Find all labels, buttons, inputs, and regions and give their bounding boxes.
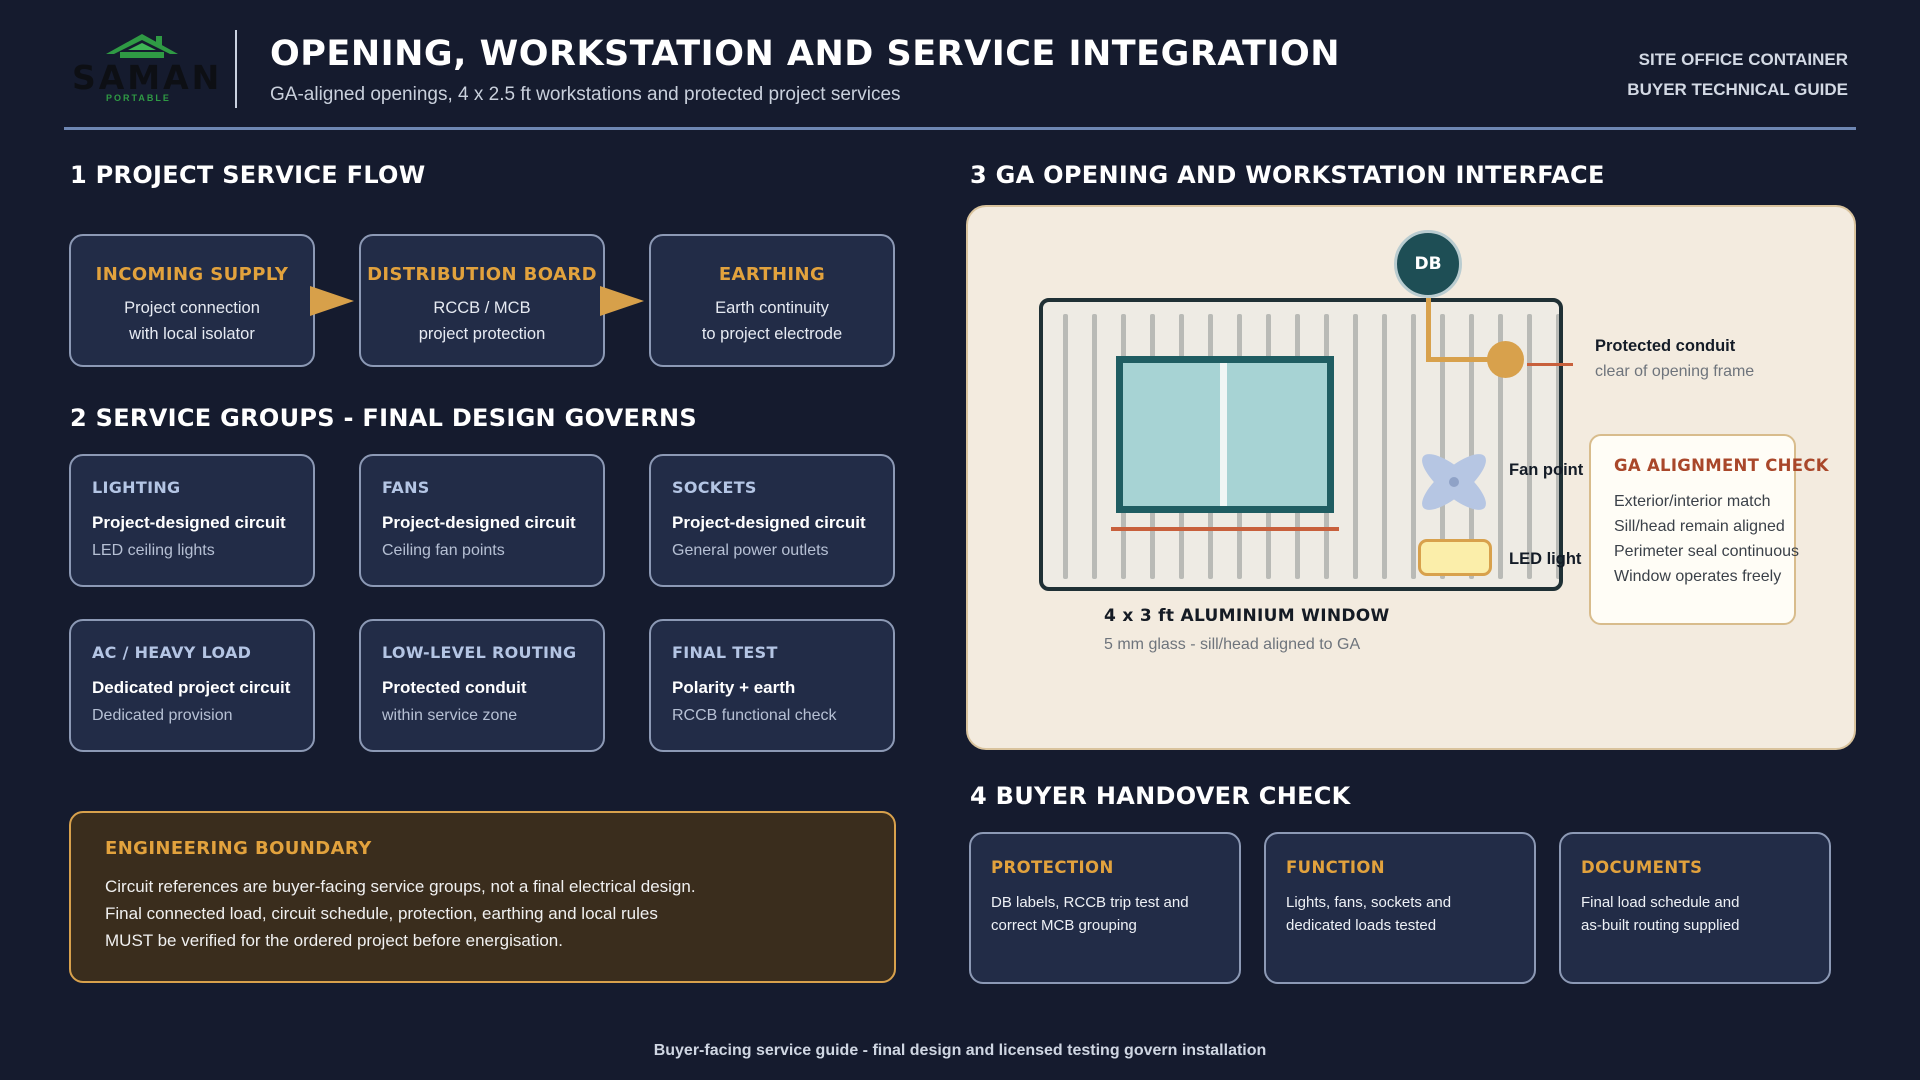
window-sill-line	[1111, 527, 1339, 531]
section-1-title: 1 PROJECT SERVICE FLOW	[70, 161, 426, 189]
service-card-circuit: Project-designed circuit	[672, 513, 866, 532]
flow-box-line: Project connection	[124, 299, 260, 317]
doc-tag-line-1: SITE OFFICE CONTAINER	[1638, 50, 1848, 69]
service-card-lighting: LIGHTING Project-designed circuit LED ce…	[69, 454, 315, 587]
page-subtitle: GA-aligned openings, 4 x 2.5 ft workstat…	[270, 84, 901, 105]
service-card-circuit: Project-designed circuit	[92, 513, 286, 532]
fan-point-label: Fan point	[1509, 461, 1584, 479]
service-card-detail: LED ceiling lights	[92, 542, 215, 559]
engineering-boundary-note: ENGINEERING BOUNDARY Circuit references …	[69, 811, 896, 983]
window-spec-title: 4 x 3 ft ALUMINIUM WINDOW	[1104, 606, 1390, 626]
doc-tag-line-2: BUYER TECHNICAL GUIDE	[1627, 80, 1848, 99]
logo-wordmark: SAMAN	[72, 58, 223, 97]
handover-card-title: FUNCTION	[1286, 858, 1386, 877]
conduit-leader-line	[1527, 363, 1573, 366]
conduit-label: Protected conduit	[1595, 337, 1736, 355]
service-card-low-level-routing: LOW-LEVEL ROUTING Protected conduit with…	[359, 619, 605, 752]
handover-card-title: PROTECTION	[991, 858, 1114, 877]
window-spec-sub: 5 mm glass - sill/head aligned to GA	[1104, 636, 1361, 653]
logo-tagline: PORTABLE	[106, 93, 171, 103]
handover-card-title: DOCUMENTS	[1581, 858, 1703, 877]
handover-card-line: DB labels, RCCB trip test and	[991, 894, 1189, 911]
corrugation-rib	[1092, 314, 1097, 579]
header-rule	[64, 127, 1856, 130]
corrugation-rib	[1527, 314, 1532, 579]
db-icon: DB	[1394, 230, 1462, 298]
service-card-title: AC / HEAVY LOAD	[92, 643, 252, 662]
flow-box-line: Earth continuity	[715, 299, 829, 317]
corrugation-rib	[1063, 314, 1068, 579]
service-card-title: SOCKETS	[672, 478, 757, 497]
ga-check-item: Exterior/interior match	[1614, 493, 1771, 510]
service-card-detail: Ceiling fan points	[382, 542, 505, 559]
service-card-title: LOW-LEVEL ROUTING	[382, 643, 577, 662]
service-card-circuit: Polarity + earth	[672, 678, 796, 697]
service-card-title: LIGHTING	[92, 478, 181, 497]
flow-arrow-icon	[310, 286, 354, 316]
handover-card-line: Lights, fans, sockets and	[1286, 894, 1452, 911]
fan-icon	[1422, 454, 1486, 510]
flow-box-incoming-supply: INCOMING SUPPLY Project connection with …	[69, 234, 315, 367]
corrugation-rib	[1353, 314, 1358, 579]
page-footer: Buyer-facing service guide - final desig…	[653, 1042, 1267, 1059]
ga-check-item: Perimeter seal continuous	[1614, 543, 1799, 560]
service-card-sockets: SOCKETS Project-designed circuit General…	[649, 454, 895, 587]
led-light-label: LED light	[1509, 550, 1582, 568]
handover-card-line: correct MCB grouping	[991, 917, 1137, 934]
conduit-sublabel: clear of opening frame	[1595, 363, 1755, 380]
flow-arrow-icon	[600, 286, 644, 316]
handover-card-line: Final load schedule and	[1581, 894, 1740, 911]
corrugation-rib	[1382, 314, 1387, 579]
flow-box-title: DISTRIBUTION BOARD	[367, 264, 597, 285]
boundary-title: ENGINEERING BOUNDARY	[105, 838, 372, 859]
handover-card-protection: PROTECTION DB labels, RCCB trip test and…	[969, 832, 1241, 984]
flow-box-line: RCCB / MCB	[433, 299, 531, 317]
protected-conduit-vertical	[1426, 298, 1431, 362]
boundary-line: MUST be verified for the ordered project…	[105, 931, 563, 950]
flow-box-line: with local isolator	[129, 325, 255, 343]
corrugation-rib	[1556, 314, 1559, 579]
service-card-detail: within service zone	[382, 707, 518, 724]
service-card-circuit: Dedicated project circuit	[92, 678, 291, 697]
flow-box-title: INCOMING SUPPLY	[95, 264, 289, 285]
section-4-title: 4 BUYER HANDOVER CHECK	[970, 782, 1351, 810]
handover-card-line: dedicated loads tested	[1286, 917, 1437, 934]
service-card-fans: FANS Project-designed circuit Ceiling fa…	[359, 454, 605, 587]
boundary-line: Final connected load, circuit schedule, …	[105, 904, 658, 923]
section-3-title: 3 GA OPENING AND WORKSTATION INTERFACE	[970, 161, 1605, 189]
service-card-final-test: FINAL TEST Polarity + earth RCCB functio…	[649, 619, 895, 752]
flow-box-line: project protection	[418, 325, 546, 343]
page-title: OPENING, WORKSTATION AND SERVICE INTEGRA…	[270, 34, 1341, 74]
handover-card-function: FUNCTION Lights, fans, sockets and dedic…	[1264, 832, 1536, 984]
handover-card-line: as-built routing supplied	[1581, 917, 1740, 934]
brand-logo: SAMAN PORTABLE	[68, 28, 219, 108]
ga-check-item: Window operates freely	[1614, 568, 1782, 585]
junction-box-icon	[1487, 341, 1524, 378]
service-card-circuit: Protected conduit	[382, 678, 527, 697]
flow-box-earthing: EARTHING Earth continuity to project ele…	[649, 234, 895, 367]
section-2-title: 2 SERVICE GROUPS - FINAL DESIGN GOVERNS	[70, 404, 697, 432]
service-card-ac-heavy-load: AC / HEAVY LOAD Dedicated project circui…	[69, 619, 315, 752]
boundary-line: Circuit references are buyer-facing serv…	[105, 877, 696, 896]
service-card-detail: General power outlets	[672, 542, 829, 559]
service-card-title: FANS	[382, 478, 430, 497]
service-card-circuit: Project-designed circuit	[382, 513, 576, 532]
ga-check-item: Sill/head remain aligned	[1614, 518, 1785, 535]
service-card-title: FINAL TEST	[672, 643, 778, 662]
led-light-icon	[1418, 539, 1492, 576]
handover-card-documents: DOCUMENTS Final load schedule and as-bui…	[1559, 832, 1831, 984]
service-card-detail: RCCB functional check	[672, 707, 837, 724]
flow-box-line: to project electrode	[701, 325, 843, 343]
service-card-detail: Dedicated provision	[92, 707, 233, 724]
ga-alignment-check-title: GA ALIGNMENT CHECK	[1614, 456, 1829, 475]
flow-box-distribution-board: DISTRIBUTION BOARD RCCB / MCB project pr…	[359, 234, 605, 367]
header-divider	[235, 30, 237, 108]
window-mullion	[1220, 363, 1227, 506]
flow-box-title: EARTHING	[718, 264, 826, 285]
